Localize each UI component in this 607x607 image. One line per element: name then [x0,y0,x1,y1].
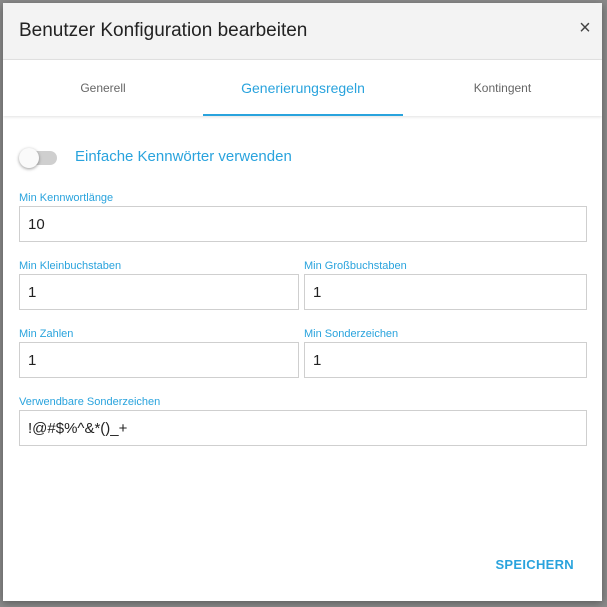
dialog-title: Benutzer Konfiguration bearbeiten [19,20,308,41]
close-icon[interactable]: × [574,17,596,39]
min-length-label: Min Kennwortlänge [19,192,114,204]
min-uppercase-field: Min Großbuchstaben [304,260,587,312]
min-lowercase-field: Min Kleinbuchstaben [19,260,299,312]
min-uppercase-label: Min Großbuchstaben [304,260,407,272]
simple-passwords-label: Einfache Kennwörter verwenden [75,148,292,165]
save-button[interactable]: SPEICHERN [495,553,574,576]
min-lowercase-label: Min Kleinbuchstaben [19,260,122,272]
tab-label: Kontingent [473,81,532,95]
min-digits-input[interactable] [19,342,299,378]
dialog-header: Benutzer Konfiguration bearbeiten × [3,3,602,60]
min-length-field: Min Kennwortlänge [19,192,587,244]
active-tab-indicator [203,114,403,116]
simple-passwords-toggle-row: Einfache Kennwörter verwenden [19,143,579,171]
min-special-input[interactable] [304,342,587,378]
tab-kontingent[interactable]: Kontingent [403,60,602,116]
min-special-field: Min Sonderzeichen [304,328,587,380]
min-length-input[interactable] [19,206,587,242]
min-uppercase-input[interactable] [304,274,587,310]
min-digits-field: Min Zahlen [19,328,299,380]
tab-generell[interactable]: Generell [3,60,203,116]
min-lowercase-input[interactable] [19,274,299,310]
edit-user-config-dialog: Benutzer Konfiguration bearbeiten × Gene… [3,3,602,601]
special-chars-label: Verwendbare Sonderzeichen [19,396,161,408]
tab-label: Generell [80,81,126,95]
simple-passwords-toggle[interactable] [19,148,57,168]
tab-label: Generierungsregeln [241,80,365,96]
min-digits-label: Min Zahlen [19,328,74,340]
special-chars-input[interactable] [19,410,587,446]
toggle-thumb [19,148,39,168]
tab-generierungsregeln[interactable]: Generierungsregeln [203,60,403,116]
special-chars-field: Verwendbare Sonderzeichen [19,396,587,448]
tab-bar: Generell Generierungsregeln Kontingent [3,60,602,116]
min-special-label: Min Sonderzeichen [304,328,399,340]
